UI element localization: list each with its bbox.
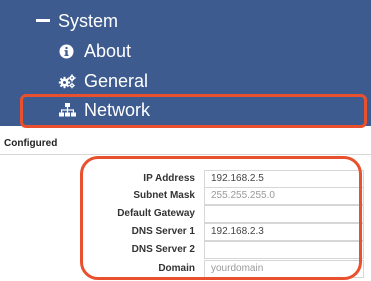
form-row-dns-server-1: DNS Server 1 (0, 223, 371, 241)
form-row-default-gateway: Default Gateway (0, 205, 371, 223)
sidebar-nav: System About General Network (0, 0, 371, 126)
domain-field[interactable] (204, 260, 364, 278)
panel-heading: Configured (4, 138, 58, 149)
domain-label: Domain (158, 263, 195, 274)
form-row-subnet-mask: Subnet Mask (0, 187, 371, 205)
subnet-mask-field[interactable] (204, 187, 364, 205)
info-circle-icon (58, 36, 74, 66)
sidebar-item-label: System (58, 11, 119, 31)
dns-server-2-label: DNS Server 2 (131, 244, 195, 255)
form-row-dns-server-2: DNS Server 2 (0, 241, 371, 259)
sidebar-item-label: About (84, 41, 132, 61)
sidebar-item-label: Network (84, 100, 151, 120)
divider (0, 154, 371, 155)
default-gateway-label: Default Gateway (117, 208, 195, 219)
sidebar-item-system[interactable]: System (0, 6, 371, 36)
gears-icon (58, 66, 76, 96)
form-row-ip-address: IP Address (0, 170, 371, 188)
sidebar-item-network[interactable]: Network (0, 96, 371, 124)
ip-address-label: IP Address (143, 173, 195, 184)
default-gateway-field[interactable] (204, 205, 364, 223)
sidebar-item-general[interactable]: General (0, 66, 371, 96)
minus-icon (36, 6, 50, 36)
subnet-mask-label: Subnet Mask (133, 190, 195, 201)
dns-server-1-label: DNS Server 1 (131, 226, 195, 237)
dns-server-1-field[interactable] (204, 223, 364, 241)
sitemap-icon (58, 96, 76, 124)
form-row-domain: Domain (0, 260, 371, 278)
ip-address-field[interactable] (204, 170, 364, 188)
dns-server-2-field[interactable] (204, 241, 364, 259)
sidebar-item-label: General (84, 71, 149, 91)
network-config-panel: Configured IP Address Subnet Mask Defaul… (0, 126, 371, 281)
sidebar-item-about[interactable]: About (0, 36, 371, 66)
